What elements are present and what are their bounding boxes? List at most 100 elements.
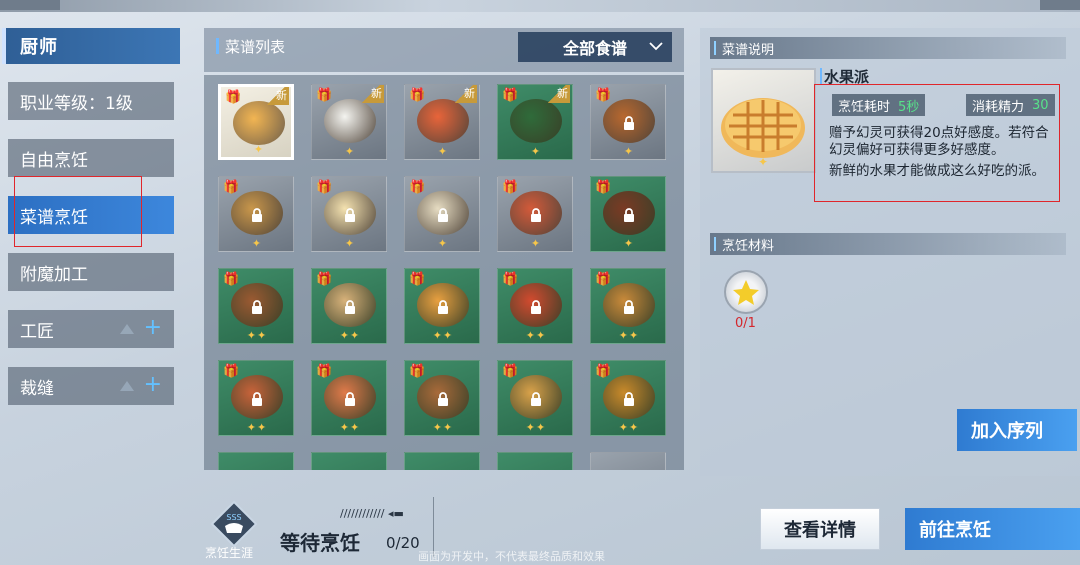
recipe-slot[interactable] — [590, 452, 666, 470]
recipe-slot[interactable]: 🎁 ✦ — [218, 176, 294, 252]
difficulty-stars: ✦ — [437, 237, 449, 250]
recipe-slot[interactable] — [404, 452, 480, 470]
recipe-slot[interactable]: 🎁 ✦✦ — [497, 360, 573, 436]
lock-icon — [252, 208, 262, 222]
cooking-career-badge[interactable]: SSS — [210, 500, 258, 548]
cooking-career-label: 烹饪生涯 — [205, 546, 254, 560]
lock-icon — [624, 116, 634, 130]
fruit-pie-icon: ✦ — [721, 98, 805, 169]
recipe-slot[interactable]: 🎁 ✦✦ — [590, 268, 666, 344]
highlight-annotation-box — [14, 176, 142, 247]
difficulty-stars: ✦ — [623, 145, 635, 158]
recipe-slot[interactable]: 🎁 ✦✦ — [590, 360, 666, 436]
view-details-button[interactable]: 查看详情 — [760, 508, 880, 550]
difficulty-stars: ✦ — [344, 237, 356, 250]
profession-title: 厨师 — [2, 28, 180, 64]
lock-icon — [531, 392, 541, 406]
recipe-slot[interactable]: 🎁 ✦ — [497, 176, 573, 252]
sidebar-tab-level[interactable]: 职业等级：1级 — [8, 82, 174, 120]
recipe-filter-dropdown[interactable]: 全部食谱 — [518, 32, 672, 62]
difficulty-stars: ✦✦ — [246, 421, 268, 434]
recipe-slot[interactable]: 🎁 新 ✦ — [311, 84, 387, 160]
new-badge: 新 — [548, 85, 570, 103]
recipe-slot[interactable]: 🎁 ✦ — [311, 176, 387, 252]
sidebar-tab-tailor[interactable]: 裁缝 + — [8, 367, 174, 405]
difficulty-stars: ✦✦ — [339, 421, 361, 434]
lock-icon — [531, 208, 541, 222]
gift-icon: 🎁 — [409, 88, 426, 103]
queue-progress-ticks: //////////// ◂▬ — [340, 507, 404, 520]
sidebar-tab-craftsman[interactable]: 工匠 + — [8, 310, 174, 348]
gift-icon: 🎁 — [316, 180, 333, 195]
fruit-material-icon — [733, 280, 759, 305]
material-slot[interactable] — [724, 270, 768, 314]
gift-icon: 🎁 — [223, 364, 240, 379]
highlight-annotation-box — [814, 84, 1060, 202]
material-count: 0/1 — [735, 316, 756, 331]
difficulty-stars: ✦ — [623, 237, 635, 250]
recipe-slot[interactable]: 🎁 ✦✦ — [311, 360, 387, 436]
recipe-preview-image: ✦ — [711, 68, 816, 173]
leaf-wrap-icon — [510, 99, 562, 143]
sidebar-tab-label: 职业等级：1级 — [20, 93, 133, 114]
recipe-slot[interactable]: 🎁 新 ✦ — [218, 84, 294, 160]
difficulty-stars: ✦✦ — [618, 421, 640, 434]
recipe-slot[interactable] — [497, 452, 573, 470]
lock-icon — [345, 300, 355, 314]
recipe-slot[interactable]: 🎁 ✦✦ — [404, 268, 480, 344]
lock-icon — [438, 300, 448, 314]
header-accent-bar — [216, 38, 219, 54]
gift-icon: 🎁 — [502, 364, 519, 379]
new-badge: 新 — [267, 87, 289, 105]
top-left-corner-decoration — [0, 0, 60, 10]
gift-icon: 🎁 — [595, 88, 612, 103]
recipe-slot[interactable]: 🎁 新 ✦ — [497, 84, 573, 160]
go-cook-button[interactable]: 前往烹饪 — [905, 508, 1080, 550]
recipe-slot[interactable]: 🎁 ✦✦ — [497, 268, 573, 344]
collapse-triangle-icon — [120, 324, 134, 334]
difficulty-stars: ✦✦ — [618, 329, 640, 342]
gift-icon: 🎁 — [502, 88, 519, 103]
difficulty-stars: ✦ — [253, 143, 265, 156]
expand-plus-icon[interactable]: + — [144, 316, 162, 340]
difficulty-stars: ✦ — [251, 237, 263, 250]
recipe-slot[interactable]: 🎁 ✦ — [590, 176, 666, 252]
gift-icon: 🎁 — [595, 272, 612, 287]
recipe-slot[interactable]: 🎁 ✦✦ — [218, 360, 294, 436]
chef-hat-diamond-icon: SSS — [210, 500, 258, 548]
recipe-slot[interactable]: 🎁 ✦✦ — [311, 268, 387, 344]
gift-icon: 🎁 — [316, 88, 333, 103]
gift-icon: 🎁 — [502, 272, 519, 287]
lock-icon — [345, 392, 355, 406]
collapse-triangle-icon — [120, 381, 134, 391]
recipe-slot[interactable]: 🎁 ✦✦ — [404, 360, 480, 436]
difficulty-stars: ✦✦ — [432, 421, 454, 434]
recipe-slot[interactable] — [311, 452, 387, 470]
sidebar-tab-free-cooking[interactable]: 自由烹饪 — [8, 139, 174, 177]
gift-icon: 🎁 — [595, 364, 612, 379]
difficulty-stars: ✦✦ — [432, 329, 454, 342]
expand-plus-icon[interactable]: + — [144, 373, 162, 397]
difficulty-stars: ✦✦ — [339, 329, 361, 342]
new-badge: 新 — [455, 85, 477, 103]
grilled-fish-icon — [417, 99, 469, 143]
career-rank-text: SSS — [226, 513, 241, 522]
recipe-slot[interactable]: 🎁 新 ✦ — [404, 84, 480, 160]
lock-icon — [345, 208, 355, 222]
development-footnote: 画面为开发中，不代表最终品质和效果 — [418, 550, 605, 563]
sidebar-tab-label: 裁缝 — [20, 378, 54, 399]
recipe-description-header: 菜谱说明 — [710, 37, 1066, 59]
difficulty-stars: ✦✦ — [525, 421, 547, 434]
sidebar-tab-label: 自由烹饪 — [20, 150, 88, 171]
recipe-slot[interactable]: 🎁 ✦ — [404, 176, 480, 252]
recipe-slot[interactable]: 🎁 ✦ — [590, 84, 666, 160]
difficulty-stars: ✦ — [530, 145, 542, 158]
lock-icon — [624, 208, 634, 222]
gift-icon: 🎁 — [409, 364, 426, 379]
recipe-slot[interactable] — [218, 452, 294, 470]
add-to-queue-button[interactable]: 加入序列 — [957, 409, 1077, 451]
difficulty-stars: ✦ — [530, 237, 542, 250]
sidebar-tab-enchant-processing[interactable]: 附魔加工 — [8, 253, 174, 291]
recipe-slot[interactable]: 🎁 ✦✦ — [218, 268, 294, 344]
difficulty-stars: ✦ — [344, 145, 356, 158]
